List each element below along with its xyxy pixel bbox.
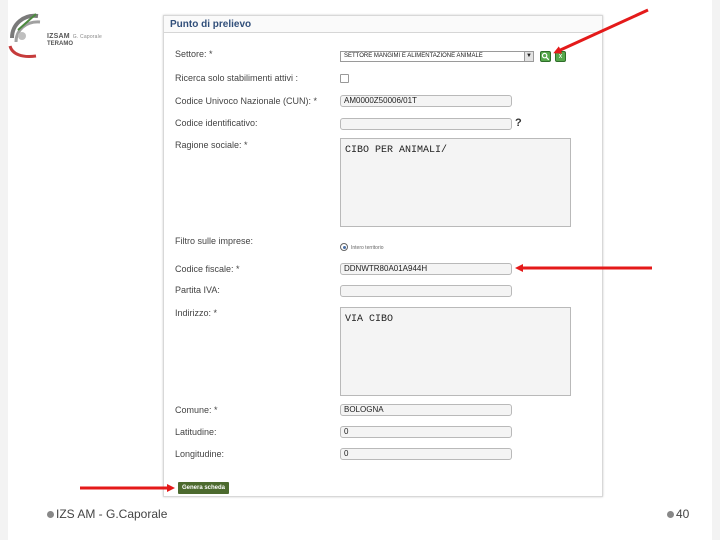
footer-caption: IZS AM - G.Caporale — [56, 507, 168, 521]
page-number: 40 — [676, 507, 690, 521]
annotation-arrows — [80, 8, 652, 492]
footer-bullet-right — [667, 511, 674, 518]
arrow-to-settore-icons — [553, 8, 649, 54]
footer-bullet-left — [47, 511, 54, 518]
